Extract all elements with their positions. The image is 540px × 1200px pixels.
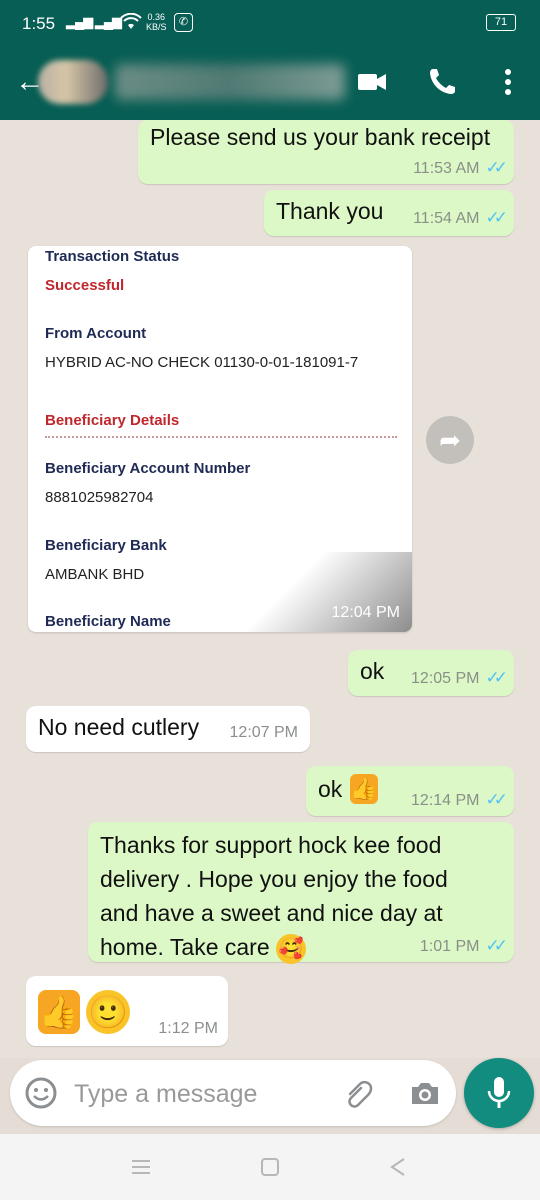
more-options-icon[interactable] [490, 64, 526, 100]
home-icon[interactable] [257, 1154, 283, 1180]
receipt-divider [45, 436, 397, 438]
smiling-face-with-hearts-icon: 🥰 [276, 933, 307, 964]
message-time: 11:53 AM [413, 160, 480, 177]
message-time: 1:01 PM [419, 938, 480, 955]
message-time: 11:54 AM [413, 210, 480, 227]
receipt-bank-value: AMBANK BHD [45, 566, 145, 583]
message-text: ok [318, 776, 343, 802]
thumbs-up-icon: 👍 [38, 990, 80, 1034]
receipt-from-value: HYBRID AC-NO CHECK 01130-0-01-181091-7 [45, 354, 359, 371]
message-time: 12:14 PM [411, 792, 480, 809]
wifi-icon [120, 13, 142, 29]
whatsapp-notification-icon: ✆ [174, 13, 193, 32]
message-meta: 11:53 AM ✓✓ [413, 158, 508, 178]
message-line: Thanks for support hock kee food [100, 832, 442, 858]
receipt-beneficiary-header: Beneficiary Details [45, 412, 180, 429]
phone-icon[interactable] [424, 64, 460, 100]
receipt-bank-label: Beneficiary Bank [45, 537, 167, 554]
message-text: Please send us your bank receipt [150, 124, 491, 150]
video-call-icon[interactable] [354, 64, 390, 100]
receipt-status-label: Transaction Status [45, 248, 180, 265]
system-navigation-bar [0, 1134, 540, 1200]
message-line-text: home. Take care [100, 934, 270, 960]
attach-icon[interactable] [342, 1076, 376, 1110]
receipt-account-label: Beneficiary Account Number [45, 460, 251, 477]
message-line: home. Take care 🥰 [100, 930, 448, 964]
forward-icon[interactable]: ➦ [426, 416, 474, 464]
message-text: No need cutlery [38, 714, 200, 740]
network-speed: 0.36 KB/S [146, 12, 167, 32]
message-text: Thanks for support hock kee food deliver… [100, 828, 448, 964]
message-meta: 12:14 PM ✓✓ [411, 790, 508, 810]
microphone-icon [487, 1077, 511, 1108]
message-line: and have a sweet and nice day at [100, 900, 443, 926]
message-outgoing[interactable]: Thank you 11:54 AM ✓✓ [264, 190, 514, 236]
status-bar: 1:55 ▂▄▆ ▂▄▆ 0.36 KB/S ✆ 71 [0, 0, 540, 44]
message-incoming[interactable]: No need cutlery 12:07 PM [26, 706, 310, 752]
message-line: delivery . Hope you enjoy the food [100, 866, 448, 892]
message-composer [10, 1060, 456, 1126]
battery-indicator: 71 [486, 14, 516, 31]
read-ticks-icon: ✓✓ [485, 668, 508, 687]
receipt-account-value: 8881025982704 [45, 489, 154, 506]
chat-area[interactable]: Please send us your bank receipt 11:53 A… [0, 120, 540, 1058]
signal-icon: ▂▄▆ ▂▄▆ [66, 14, 122, 29]
read-ticks-icon: ✓✓ [485, 208, 508, 227]
message-time: 12:04 PM [331, 604, 400, 621]
message-incoming[interactable]: 👍 🙂 1:12 PM [26, 976, 228, 1046]
read-ticks-icon: ✓✓ [485, 158, 508, 177]
contact-name[interactable] [115, 64, 345, 100]
message-meta: 12:05 PM ✓✓ [411, 668, 508, 688]
message-outgoing[interactable]: Please send us your bank receipt 11:53 A… [138, 120, 514, 184]
chat-header: ← [0, 44, 540, 120]
message-outgoing[interactable]: ok 12:05 PM ✓✓ [348, 650, 514, 696]
status-time: 1:55 [22, 14, 56, 33]
message-meta: 1:01 PM ✓✓ [419, 936, 508, 956]
contact-avatar[interactable] [38, 60, 108, 104]
read-ticks-icon: ✓✓ [485, 790, 508, 809]
message-text: ok [360, 658, 385, 684]
receipt-image-message[interactable]: Transaction Status Successful From Accou… [28, 246, 412, 632]
message-outgoing[interactable]: ok 👍 12:14 PM ✓✓ [306, 766, 514, 816]
recent-apps-icon[interactable] [128, 1154, 154, 1180]
message-outgoing[interactable]: Thanks for support hock kee food deliver… [88, 822, 514, 964]
back-nav-icon[interactable] [385, 1154, 411, 1180]
message-input[interactable] [72, 1072, 336, 1116]
message-time: 1:12 PM [158, 1020, 218, 1037]
network-speed-value: 0.36 [147, 12, 166, 22]
message-time: 12:05 PM [411, 670, 480, 687]
read-ticks-icon: ✓✓ [485, 936, 508, 955]
voice-message-button[interactable] [464, 1058, 534, 1128]
camera-icon[interactable] [408, 1076, 442, 1110]
thumbs-up-icon: 👍 [350, 774, 378, 804]
message-text: Thank you [276, 198, 384, 224]
receipt-status-value: Successful [45, 277, 125, 294]
emoji-icon[interactable] [24, 1076, 58, 1110]
network-speed-unit: KB/S [146, 22, 167, 32]
message-meta: 11:54 AM ✓✓ [413, 208, 508, 228]
smiling-face-icon: 🙂 [86, 990, 130, 1034]
message-time: 12:07 PM [229, 724, 298, 741]
receipt-from-label: From Account [45, 325, 147, 342]
receipt-name-label: Beneficiary Name [45, 613, 171, 630]
